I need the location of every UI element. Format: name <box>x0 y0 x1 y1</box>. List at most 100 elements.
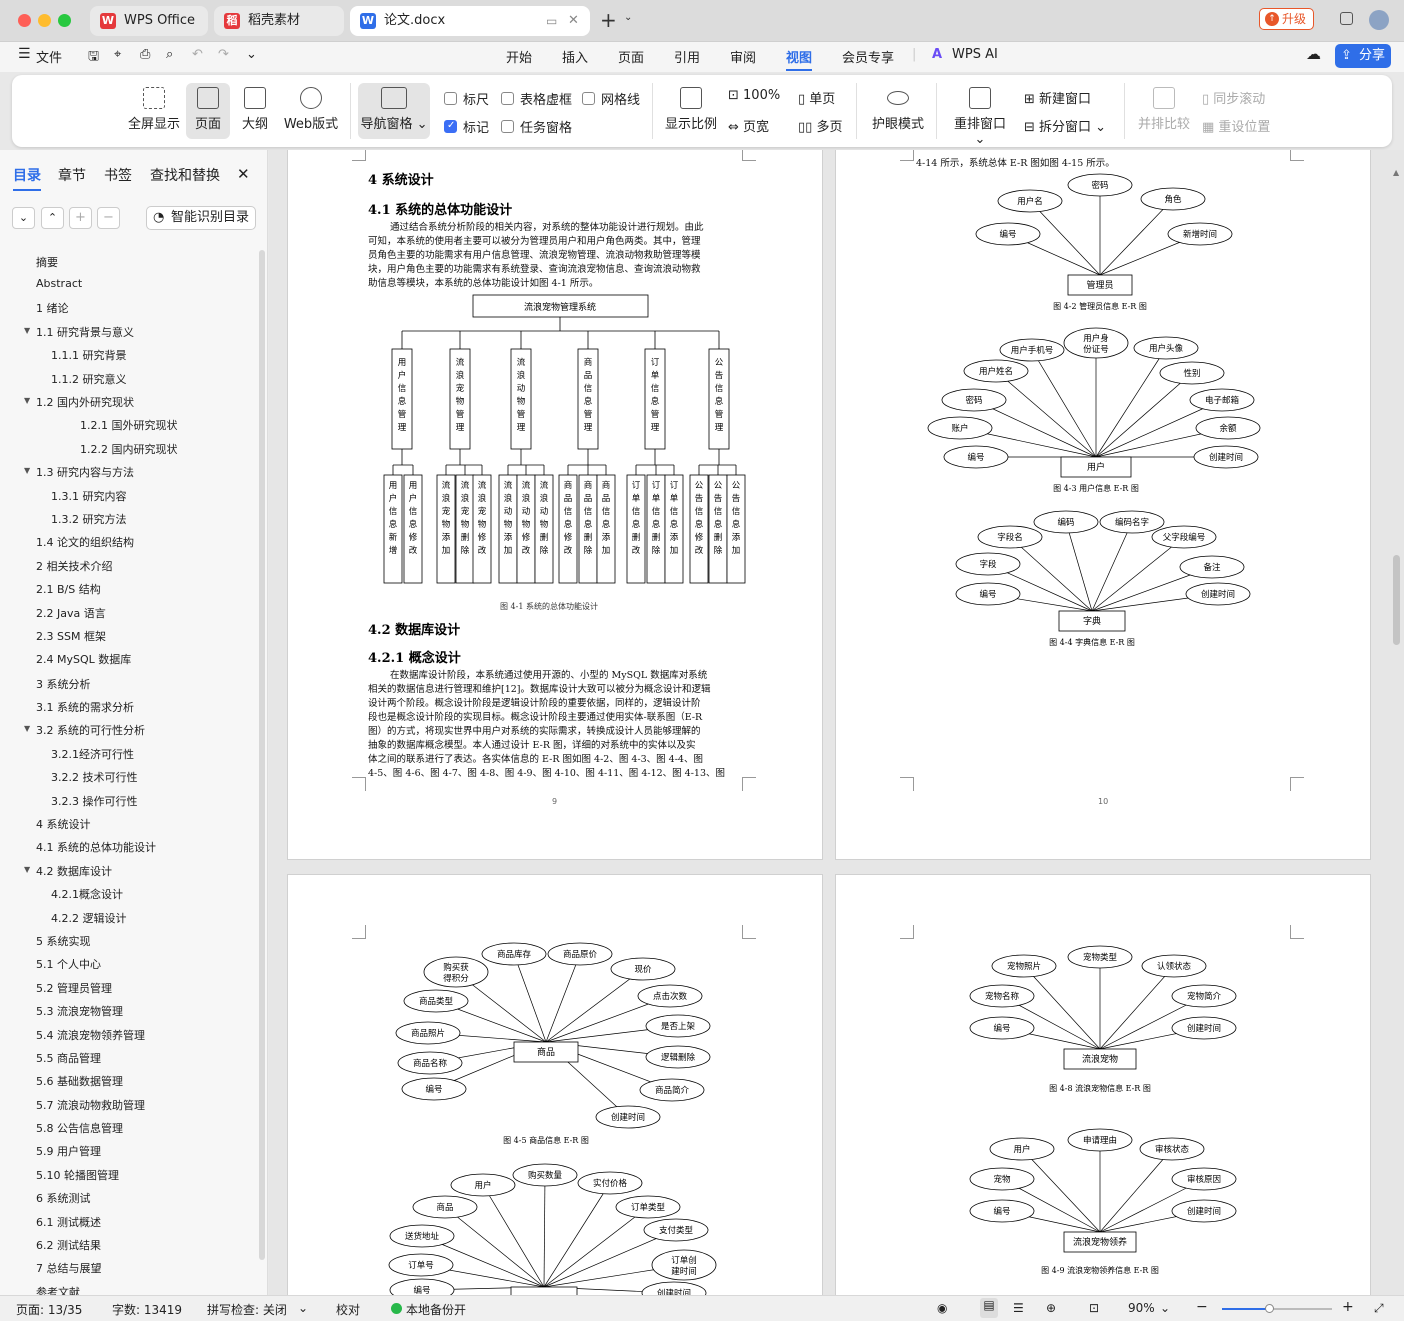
spell-chevron-icon[interactable]: ⌄ <box>298 1301 308 1315</box>
scroll-up-icon[interactable]: ▲ <box>1393 168 1399 177</box>
side-by-side-button[interactable]: 并排比较 <box>1134 87 1194 132</box>
split-window-button[interactable]: ⊟ 拆分窗口 ⌄ <box>1024 116 1106 135</box>
menu-reference[interactable]: 引用 <box>674 47 700 66</box>
toc-item[interactable]: 1.3 研究内容与方法 <box>36 464 134 480</box>
toc-item[interactable]: 3.2.3 操作可行性 <box>51 793 138 809</box>
toc-item[interactable]: Abstract <box>36 277 82 290</box>
outline-view-icon[interactable]: ☰ <box>1013 1301 1024 1315</box>
collapse-triangle-icon[interactable]: ▼ <box>24 326 30 335</box>
menu-page[interactable]: 页面 <box>618 47 644 66</box>
tab-find-replace[interactable]: 查找和替换 <box>150 165 220 185</box>
toc-item[interactable]: 4.1 系统的总体功能设计 <box>36 839 156 855</box>
toc-item[interactable]: 5.5 商品管理 <box>36 1050 101 1066</box>
page-view-button[interactable]: 页面 <box>186 83 230 139</box>
tab-chapters[interactable]: 章节 <box>58 165 86 185</box>
toc-item[interactable]: 5.2 管理员管理 <box>36 980 112 996</box>
eye-care-icon[interactable]: ◉ <box>937 1301 947 1315</box>
menu-insert[interactable]: 插入 <box>562 47 588 66</box>
redo-icon[interactable]: ↷ <box>218 47 229 62</box>
eye-care-button[interactable]: 护眼模式 <box>868 87 928 132</box>
menu-view[interactable]: 视图 <box>786 47 813 71</box>
sidebar-scrollbar[interactable] <box>259 250 265 1260</box>
format-painter-icon[interactable]: ⌖ <box>114 47 121 62</box>
toc-item[interactable]: 6 系统测试 <box>36 1190 91 1206</box>
minimize-window-button[interactable] <box>38 14 51 27</box>
toc-item[interactable]: 4.2 数据库设计 <box>36 863 112 879</box>
toc-item[interactable]: 1.2.2 国内研究现状 <box>80 441 178 457</box>
collapse-up-button[interactable]: ⌃ <box>41 207 64 229</box>
zoom-100-button[interactable]: ⊡ 100% <box>728 88 780 103</box>
toc-item[interactable]: 1.2 国内外研究现状 <box>36 394 134 410</box>
cloud-icon[interactable]: ☁ <box>1306 45 1321 63</box>
toc-item[interactable]: 2.2 Java 语言 <box>36 605 106 621</box>
float-window-icon[interactable]: ▭ <box>546 6 557 36</box>
multi-page-button[interactable]: ▯▯ 多页 <box>798 116 842 135</box>
zoom-slider[interactable] <box>1222 1304 1332 1313</box>
save-icon[interactable]: 🖫 <box>88 47 99 69</box>
tab-toc[interactable]: 目录 <box>13 165 41 191</box>
toc-item[interactable]: 5.1 个人中心 <box>36 956 101 972</box>
zoom-out-button[interactable]: − <box>1196 1299 1208 1315</box>
expand-down-button[interactable]: ⌄ <box>12 207 35 229</box>
toc-item[interactable]: 1.3.1 研究内容 <box>51 488 127 504</box>
fit-page-icon[interactable]: ⊡ <box>1089 1301 1099 1315</box>
tab-wps-office[interactable]: W WPS Office <box>90 6 208 36</box>
toc-item[interactable]: 1 绪论 <box>36 300 69 316</box>
toc-item[interactable]: 5.4 流浪宠物领养管理 <box>36 1027 145 1043</box>
toc-item[interactable]: 3 系统分析 <box>36 676 91 692</box>
tab-bookmarks[interactable]: 书签 <box>104 165 132 185</box>
zoom-level[interactable]: 90% <box>1128 1301 1155 1315</box>
remove-heading-button[interactable]: − <box>97 207 120 229</box>
undo-icon[interactable]: ↶ <box>192 47 203 62</box>
toc-item[interactable]: 5.7 流浪动物救助管理 <box>36 1097 145 1113</box>
close-window-button[interactable] <box>18 14 31 27</box>
sync-scroll-button[interactable]: ▯ 同步滚动 <box>1202 88 1265 107</box>
print-preview-icon[interactable]: ⌕ <box>166 47 173 62</box>
new-window-button[interactable]: ⊞ 新建窗口 <box>1024 88 1091 107</box>
close-pane-icon[interactable]: ✕ <box>237 165 250 183</box>
toc-item[interactable]: 1.1 研究背景与意义 <box>36 324 134 340</box>
toc-item[interactable]: 2.4 MySQL 数据库 <box>36 651 131 667</box>
menu-icon[interactable]: ☰ <box>18 46 31 62</box>
toc-item[interactable]: 4.2.1概念设计 <box>51 886 123 902</box>
zoom-window-button[interactable] <box>58 14 71 27</box>
proofread-button[interactable]: 校对 <box>336 1301 360 1318</box>
new-tab-icon[interactable]: + <box>600 8 617 32</box>
toc-item[interactable]: 3.2.2 技术可行性 <box>51 769 138 785</box>
web-view-button[interactable]: Web版式 <box>280 87 342 132</box>
toc-item[interactable]: 5.10 轮播图管理 <box>36 1167 119 1183</box>
menu-start[interactable]: 开始 <box>506 47 532 66</box>
print-icon[interactable]: ⎙ <box>140 47 150 62</box>
toc-item[interactable]: 5.8 公告信息管理 <box>36 1120 123 1136</box>
collapse-triangle-icon[interactable]: ▼ <box>24 466 30 475</box>
upgrade-button[interactable]: ↑ 升级 <box>1259 8 1314 30</box>
toc-item[interactable]: 2.1 B/S 结构 <box>36 581 101 597</box>
window-mode-icon[interactable] <box>1340 12 1353 25</box>
page-view-icon[interactable]: ▤ <box>980 1298 998 1318</box>
toc-item[interactable]: 6.1 测试概述 <box>36 1214 101 1230</box>
spell-check-status[interactable]: 拼写检查: 关闭 <box>207 1301 287 1318</box>
toc-item[interactable]: 2.3 SSM 框架 <box>36 628 106 644</box>
toc-item[interactable]: 1.3.2 研究方法 <box>51 511 127 527</box>
zoom-ratio-button[interactable]: 显示比例 <box>662 87 720 132</box>
toc-item[interactable]: 摘要 <box>36 254 58 270</box>
toc-item[interactable]: 4.2.2 逻辑设计 <box>51 910 127 926</box>
outline-view-button[interactable]: 大纲 <box>238 87 272 132</box>
avatar[interactable] <box>1369 10 1389 30</box>
toc-item[interactable]: 5.9 用户管理 <box>36 1143 101 1159</box>
toc-item[interactable]: 1.1.1 研究背景 <box>51 347 127 363</box>
more-chevron-icon[interactable]: ⌄ <box>246 47 257 62</box>
toc-item[interactable]: 3.2 系统的可行性分析 <box>36 722 145 738</box>
fullscreen-button[interactable]: 全屏显示 <box>124 87 184 132</box>
page-width-button[interactable]: ⇔ 页宽 <box>728 116 769 135</box>
menu-member[interactable]: 会员专享 <box>842 47 894 66</box>
tab-list-chevron-icon[interactable]: ⌄ <box>624 12 632 23</box>
nav-pane-button[interactable]: 导航窗格 ⌄ <box>358 83 430 139</box>
zoom-chevron-icon[interactable]: ⌄ <box>1160 1301 1170 1315</box>
scrollbar-thumb[interactable] <box>1393 555 1400 645</box>
backup-status[interactable]: 本地备份开 <box>406 1301 466 1318</box>
toc-item[interactable]: 5 系统实现 <box>36 933 91 949</box>
toc-item[interactable]: 1.4 论文的组织结构 <box>36 534 134 550</box>
add-heading-button[interactable]: + <box>69 207 92 229</box>
web-view-icon[interactable]: ⊕ <box>1046 1301 1056 1315</box>
